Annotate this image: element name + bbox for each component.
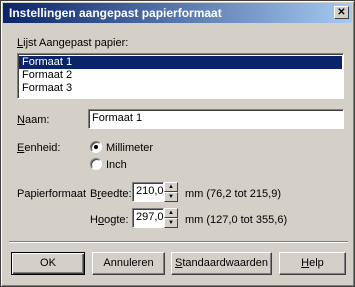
spin-down-icon[interactable]: ▼ bbox=[164, 218, 178, 228]
help-button[interactable]: Help bbox=[279, 252, 346, 275]
radio-selected-dot bbox=[94, 145, 98, 149]
list-label: Lijst Aangepast papier: bbox=[17, 37, 129, 49]
name-label: Naam: bbox=[17, 114, 50, 126]
spin-up-icon[interactable]: ▲ bbox=[164, 182, 178, 192]
ok-button[interactable]: OK bbox=[11, 252, 85, 275]
width-range: mm (76,2 tot 215,9) bbox=[185, 188, 281, 200]
name-field[interactable]: Formaat 1 bbox=[88, 109, 344, 129]
radio-millimeter-label[interactable]: Millimeter bbox=[106, 142, 153, 154]
height-range: mm (127,0 tot 355,6) bbox=[185, 214, 288, 226]
width-label: Breedte: bbox=[90, 188, 132, 200]
defaults-button[interactable]: Standaardwaarden bbox=[171, 252, 272, 275]
height-input[interactable]: 297,0 bbox=[132, 208, 164, 228]
radio-inch-label[interactable]: Inch bbox=[106, 159, 127, 171]
window-title: Instellingen aangepast papierformaat bbox=[9, 6, 222, 20]
paper-size-label: Papierformaat bbox=[17, 188, 87, 200]
dialog-window: Instellingen aangepast papierformaat ✕ L… bbox=[0, 0, 355, 287]
paper-list[interactable]: Formaat 1 Formaat 2 Formaat 3 bbox=[17, 53, 344, 99]
height-label: Hoogte: bbox=[90, 214, 129, 226]
radio-millimeter[interactable] bbox=[90, 141, 102, 153]
width-input[interactable]: 210,0 bbox=[132, 182, 164, 202]
list-item[interactable]: Formaat 3 bbox=[19, 82, 342, 95]
list-item[interactable]: Formaat 2 bbox=[19, 69, 342, 82]
unit-label: Eenheid: bbox=[17, 142, 61, 154]
height-spinner[interactable]: ▲ ▼ bbox=[164, 208, 178, 228]
cancel-button[interactable]: Annuleren bbox=[92, 252, 165, 275]
list-item[interactable]: Formaat 1 bbox=[19, 56, 342, 69]
width-spinner[interactable]: ▲ ▼ bbox=[164, 182, 178, 202]
close-icon[interactable]: ✕ bbox=[334, 6, 349, 19]
radio-inch[interactable] bbox=[90, 158, 102, 170]
title-bar[interactable]: Instellingen aangepast papierformaat ✕ bbox=[3, 3, 352, 23]
spin-up-icon[interactable]: ▲ bbox=[164, 208, 178, 218]
spin-down-icon[interactable]: ▼ bbox=[164, 192, 178, 202]
divider bbox=[9, 241, 348, 243]
